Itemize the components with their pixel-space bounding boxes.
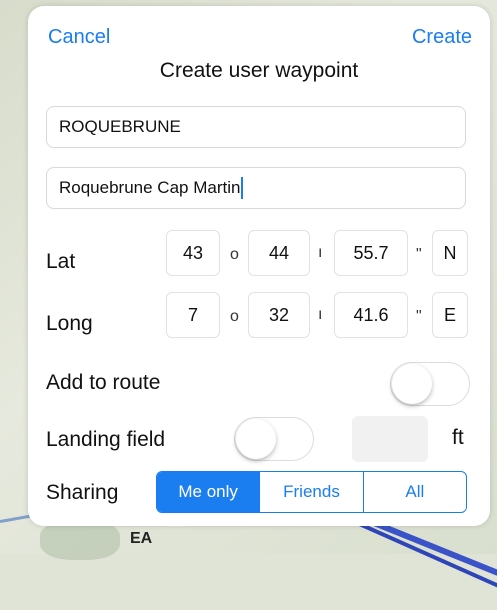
- sharing-label: Sharing: [46, 481, 119, 504]
- map-label: EA: [130, 530, 153, 547]
- sharing-option-all[interactable]: All: [362, 472, 466, 512]
- sharing-option-me-only[interactable]: Me only: [157, 472, 260, 512]
- elevation-field[interactable]: [352, 416, 428, 462]
- sharing-segmented-control: Me only Friends All: [156, 471, 467, 513]
- lat-degrees-field[interactable]: 43: [166, 230, 220, 276]
- minute-symbol: ı: [318, 306, 323, 323]
- landing-field-label: Landing field: [46, 428, 166, 451]
- add-to-route-toggle[interactable]: [390, 362, 470, 406]
- sharing-option-friends[interactable]: Friends: [259, 472, 362, 512]
- text-caret: [241, 177, 244, 199]
- toggle-knob: [236, 419, 276, 459]
- elevation-unit: ft: [452, 426, 464, 449]
- long-label: Long: [46, 312, 93, 335]
- lat-label: Lat: [46, 250, 76, 273]
- minute-symbol: ı: [318, 244, 323, 261]
- dialog-topbar: Cancel Create: [28, 26, 490, 50]
- name-field[interactable]: Roquebrune Cap Martin: [46, 167, 466, 209]
- name-value: Roquebrune Cap Martin: [59, 178, 241, 197]
- long-seconds-field[interactable]: 41.6: [334, 292, 408, 338]
- degree-symbol: o: [230, 246, 239, 263]
- add-to-route-label: Add to route: [46, 371, 161, 394]
- second-symbol: ": [416, 246, 422, 263]
- long-hemisphere-field[interactable]: E: [432, 292, 468, 338]
- degree-symbol: o: [230, 308, 239, 325]
- dialog-title: Create user waypoint: [159, 59, 359, 82]
- identifier-field[interactable]: ROQUEBRUNE: [46, 106, 466, 148]
- create-button[interactable]: Create: [412, 26, 472, 49]
- lat-seconds-field[interactable]: 55.7: [334, 230, 408, 276]
- cancel-button[interactable]: Cancel: [48, 26, 110, 49]
- identifier-value: ROQUEBRUNE: [59, 117, 181, 136]
- map-terrain-patch: [40, 520, 120, 560]
- landing-field-toggle[interactable]: [234, 417, 314, 461]
- create-waypoint-dialog: Cancel Create Create user waypoint ROQUE…: [28, 6, 490, 526]
- toggle-knob: [392, 364, 432, 404]
- second-symbol: ": [416, 308, 422, 325]
- lat-minutes-field[interactable]: 44: [248, 230, 310, 276]
- lat-hemisphere-field[interactable]: N: [432, 230, 468, 276]
- long-degrees-field[interactable]: 7: [166, 292, 220, 338]
- long-minutes-field[interactable]: 32: [248, 292, 310, 338]
